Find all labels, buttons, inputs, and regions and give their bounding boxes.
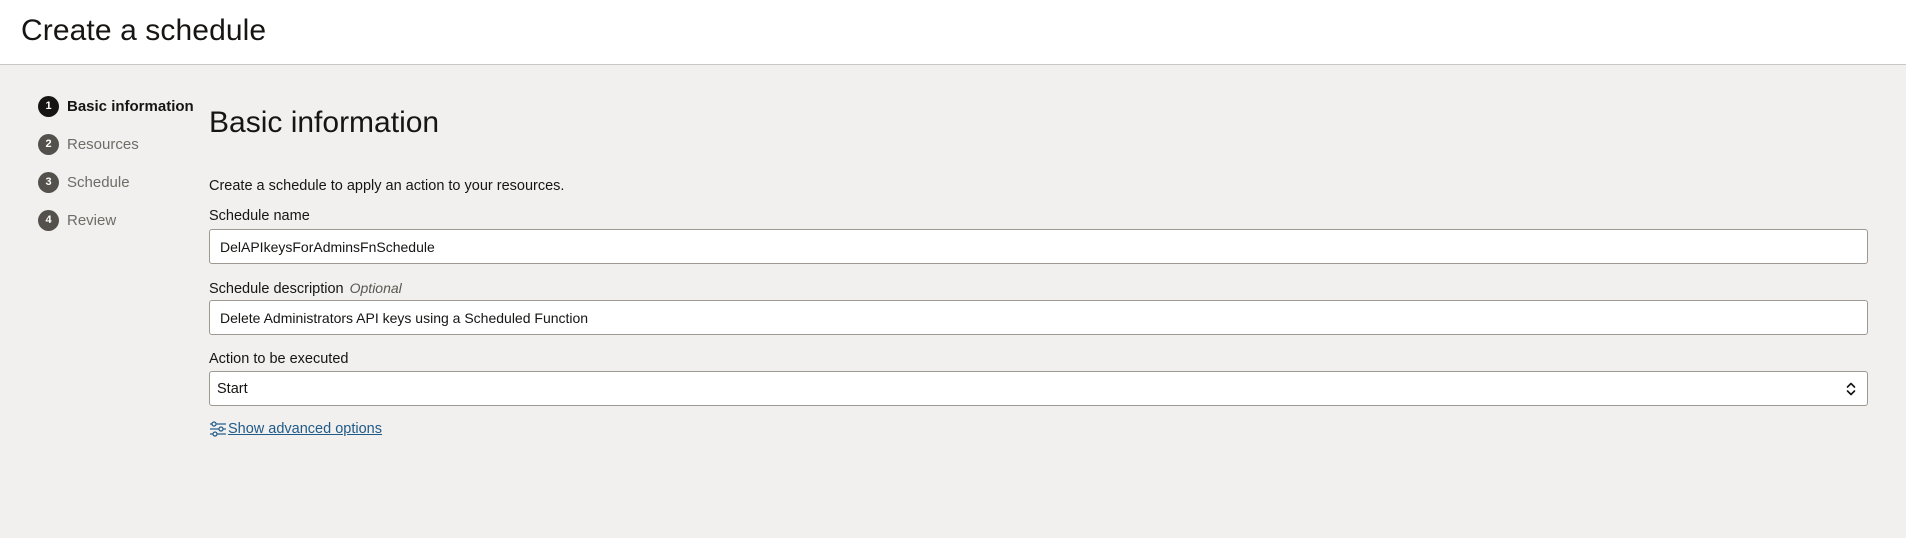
section-title: Basic information [209,106,440,139]
show-advanced-options-link[interactable]: Show advanced options [209,420,382,438]
schedule-description-label-text: Schedule description [209,281,344,297]
step-resources[interactable]: 2 Resources [38,132,139,156]
schedule-name-input[interactable] [209,229,1868,264]
form-intro: Create a schedule to apply an action to … [209,178,565,194]
step-number-badge: 2 [38,133,59,155]
step-number-badge: 4 [38,209,59,231]
schedule-description-label: Schedule description Optional [209,280,402,297]
schedule-description-input[interactable] [209,300,1868,335]
step-label: Basic information [67,97,194,115]
page-title: Create a schedule [21,14,267,47]
step-number-badge: 3 [38,171,59,193]
step-label: Schedule [67,173,130,191]
action-select[interactable]: Start [209,371,1868,406]
schedule-name-label: Schedule name [209,208,310,224]
optional-tag: Optional [349,280,402,296]
chevron-up-down-icon [1845,380,1857,398]
sliders-icon [209,420,227,438]
action-select-value: Start [217,380,248,397]
step-basic-information[interactable]: 1 Basic information [38,94,194,118]
step-label: Resources [67,135,139,153]
step-label: Review [67,211,117,229]
step-review[interactable]: 4 Review [38,208,116,232]
page-header: Create a schedule [0,0,1906,65]
step-number-badge: 1 [38,95,59,117]
action-label: Action to be executed [209,351,349,367]
show-advanced-options-label: Show advanced options [228,421,382,437]
step-schedule[interactable]: 3 Schedule [38,170,130,194]
